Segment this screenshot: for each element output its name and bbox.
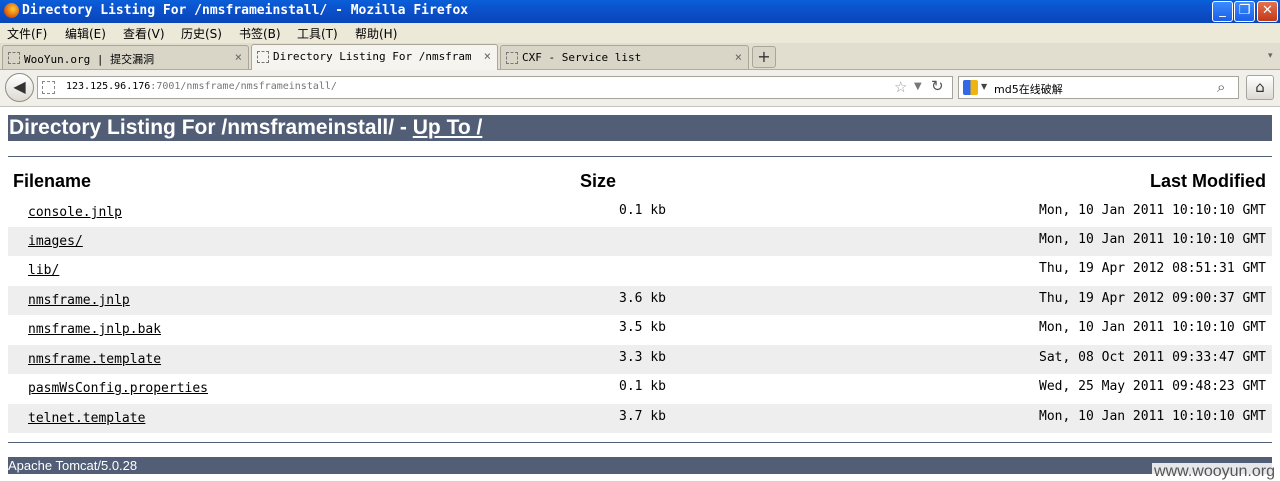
table-row: telnet.template 3.7 kb Mon, 10 Jan 2011 … — [8, 404, 1272, 433]
file-link[interactable]: images/ — [28, 234, 83, 249]
file-size: 0.1 kb — [619, 203, 666, 218]
search-input[interactable]: md5在线破解 — [994, 81, 1063, 97]
maximize-button[interactable]: ❐ — [1234, 1, 1255, 22]
file-modified: Thu, 19 Apr 2012 09:00:37 GMT — [1039, 291, 1266, 306]
close-window-button[interactable]: ✕ — [1257, 1, 1278, 22]
table-row: nmsframe.jnlp.bak 3.5 kb Mon, 10 Jan 201… — [8, 315, 1272, 344]
file-link[interactable]: nmsframe.jnlp — [28, 293, 130, 308]
page-heading: Directory Listing For /nmsframeinstall/ … — [8, 115, 1272, 141]
navigation-bar: ◀ 123.125.96.176:7001/nmsframe/nmsframei… — [0, 70, 1280, 107]
page-content: Directory Listing For /nmsframeinstall/ … — [0, 107, 1280, 481]
minimize-button[interactable]: _ — [1212, 1, 1233, 22]
heading-text: Directory Listing For /nmsframeinstall/ … — [9, 116, 413, 139]
url-host: 123.125.96.176 — [66, 81, 151, 92]
file-modified: Wed, 25 May 2011 09:48:23 GMT — [1039, 379, 1266, 394]
server-footer: Apache Tomcat/5.0.28 — [8, 457, 1272, 474]
new-tab-button[interactable]: + — [752, 46, 776, 68]
column-header-last-modified: Last Modified — [1150, 171, 1266, 191]
table-row: lib/ Thu, 19 Apr 2012 08:51:31 GMT — [8, 256, 1272, 285]
address-bar[interactable]: 123.125.96.176:7001/nmsframe/nmsframeins… — [37, 76, 953, 99]
menu-file[interactable]: 文件(F) — [7, 25, 47, 42]
menu-bar: 文件(F) 编辑(E) 查看(V) 历史(S) 书签(B) 工具(T) 帮助(H… — [0, 23, 1280, 43]
file-size: 3.7 kb — [619, 409, 666, 424]
menu-bookmarks[interactable]: 书签(B) — [239, 25, 281, 42]
column-header-filename: Filename — [13, 171, 92, 191]
table-row: console.jnlp 0.1 kb Mon, 10 Jan 2011 10:… — [8, 198, 1272, 227]
menu-history[interactable]: 历史(S) — [181, 25, 222, 42]
menu-edit[interactable]: 编辑(E) — [65, 25, 106, 42]
file-modified: Mon, 10 Jan 2011 10:10:10 GMT — [1039, 232, 1266, 247]
back-button[interactable]: ◀ — [5, 73, 34, 102]
google-engine-icon[interactable] — [963, 80, 978, 95]
file-modified: Sat, 08 Oct 2011 09:33:47 GMT — [1039, 350, 1266, 365]
table-row: images/ Mon, 10 Jan 2011 10:10:10 GMT — [8, 227, 1272, 256]
file-modified: Mon, 10 Jan 2011 10:10:10 GMT — [1039, 409, 1266, 424]
file-modified: Mon, 10 Jan 2011 10:10:10 GMT — [1039, 320, 1266, 335]
file-size: 0.1 kb — [619, 379, 666, 394]
menu-tools[interactable]: 工具(T) — [297, 25, 338, 42]
search-bar[interactable]: ▼ md5在线破解 ⌕ — [958, 76, 1239, 99]
file-size: 3.5 kb — [619, 320, 666, 335]
file-link[interactable]: pasmWsConfig.properties — [28, 381, 208, 396]
tab-cxf-service-list[interactable]: CXF - Service list × — [500, 45, 749, 69]
file-link[interactable]: nmsframe.jnlp.bak — [28, 322, 161, 337]
tab-directory-listing[interactable]: Directory Listing For /nmsframei… × — [251, 44, 498, 70]
menu-view[interactable]: 查看(V) — [123, 25, 165, 42]
home-icon: ⌂ — [1255, 78, 1265, 96]
tab-bar: WooYun.org | 提交漏洞 × Directory Listing Fo… — [0, 43, 1280, 70]
engine-dropdown-icon[interactable]: ▼ — [981, 82, 987, 91]
home-button[interactable]: ⌂ — [1246, 75, 1274, 100]
window-title: Directory Listing For /nmsframeinstall/ … — [22, 3, 469, 18]
table-row: nmsframe.template 3.3 kb Sat, 08 Oct 201… — [8, 345, 1272, 374]
tab-label: Directory Listing For /nmsframei… — [273, 50, 471, 63]
firefox-logo-icon — [4, 3, 19, 18]
history-dropdown-icon[interactable]: ▼ — [914, 81, 922, 92]
column-header-size: Size — [580, 171, 617, 191]
file-size: 3.3 kb — [619, 350, 666, 365]
window-title-bar: Directory Listing For /nmsframeinstall/ … — [0, 0, 1280, 23]
tab-wooyun[interactable]: WooYun.org | 提交漏洞 × — [2, 45, 249, 69]
table-row: nmsframe.jnlp 3.6 kb Thu, 19 Apr 2012 09… — [8, 286, 1272, 315]
url-path: :7001/nmsframe/nmsframeinstall/ — [150, 81, 337, 92]
page-icon — [257, 51, 269, 63]
file-link[interactable]: telnet.template — [28, 411, 145, 426]
file-size: 3.6 kb — [619, 291, 666, 306]
file-link[interactable]: console.jnlp — [28, 205, 122, 220]
file-modified: Mon, 10 Jan 2011 10:10:10 GMT — [1039, 203, 1266, 218]
bookmark-star-icon[interactable]: ☆ — [894, 78, 907, 96]
divider — [8, 442, 1272, 443]
address-url[interactable]: 123.125.96.176:7001/nmsframe/nmsframeins… — [66, 81, 337, 92]
table-row: pasmWsConfig.properties 0.1 kb Wed, 25 M… — [8, 374, 1272, 403]
file-modified: Thu, 19 Apr 2012 08:51:31 GMT — [1039, 261, 1266, 276]
search-magnifier-icon[interactable]: ⌕ — [1217, 78, 1225, 96]
file-link[interactable]: lib/ — [28, 263, 59, 278]
tab-label: CXF - Service list — [522, 51, 642, 64]
site-identity-icon[interactable] — [42, 81, 55, 94]
tab-list-icon[interactable]: ▾ — [1268, 51, 1273, 61]
tab-close-icon[interactable]: × — [235, 50, 242, 64]
page-icon — [8, 52, 20, 64]
tab-close-icon[interactable]: × — [735, 50, 742, 64]
divider — [8, 156, 1272, 157]
file-link[interactable]: nmsframe.template — [28, 352, 161, 367]
tab-close-icon[interactable]: × — [484, 49, 491, 63]
back-arrow-icon: ◀ — [13, 77, 26, 96]
watermark: www.wooyun.org — [1152, 463, 1277, 481]
menu-help[interactable]: 帮助(H) — [355, 25, 397, 42]
page-icon — [506, 52, 518, 64]
up-to-parent-link[interactable]: Up To / — [413, 116, 483, 139]
reload-icon[interactable]: ↻ — [931, 77, 944, 95]
tab-label: WooYun.org | 提交漏洞 — [24, 53, 155, 66]
